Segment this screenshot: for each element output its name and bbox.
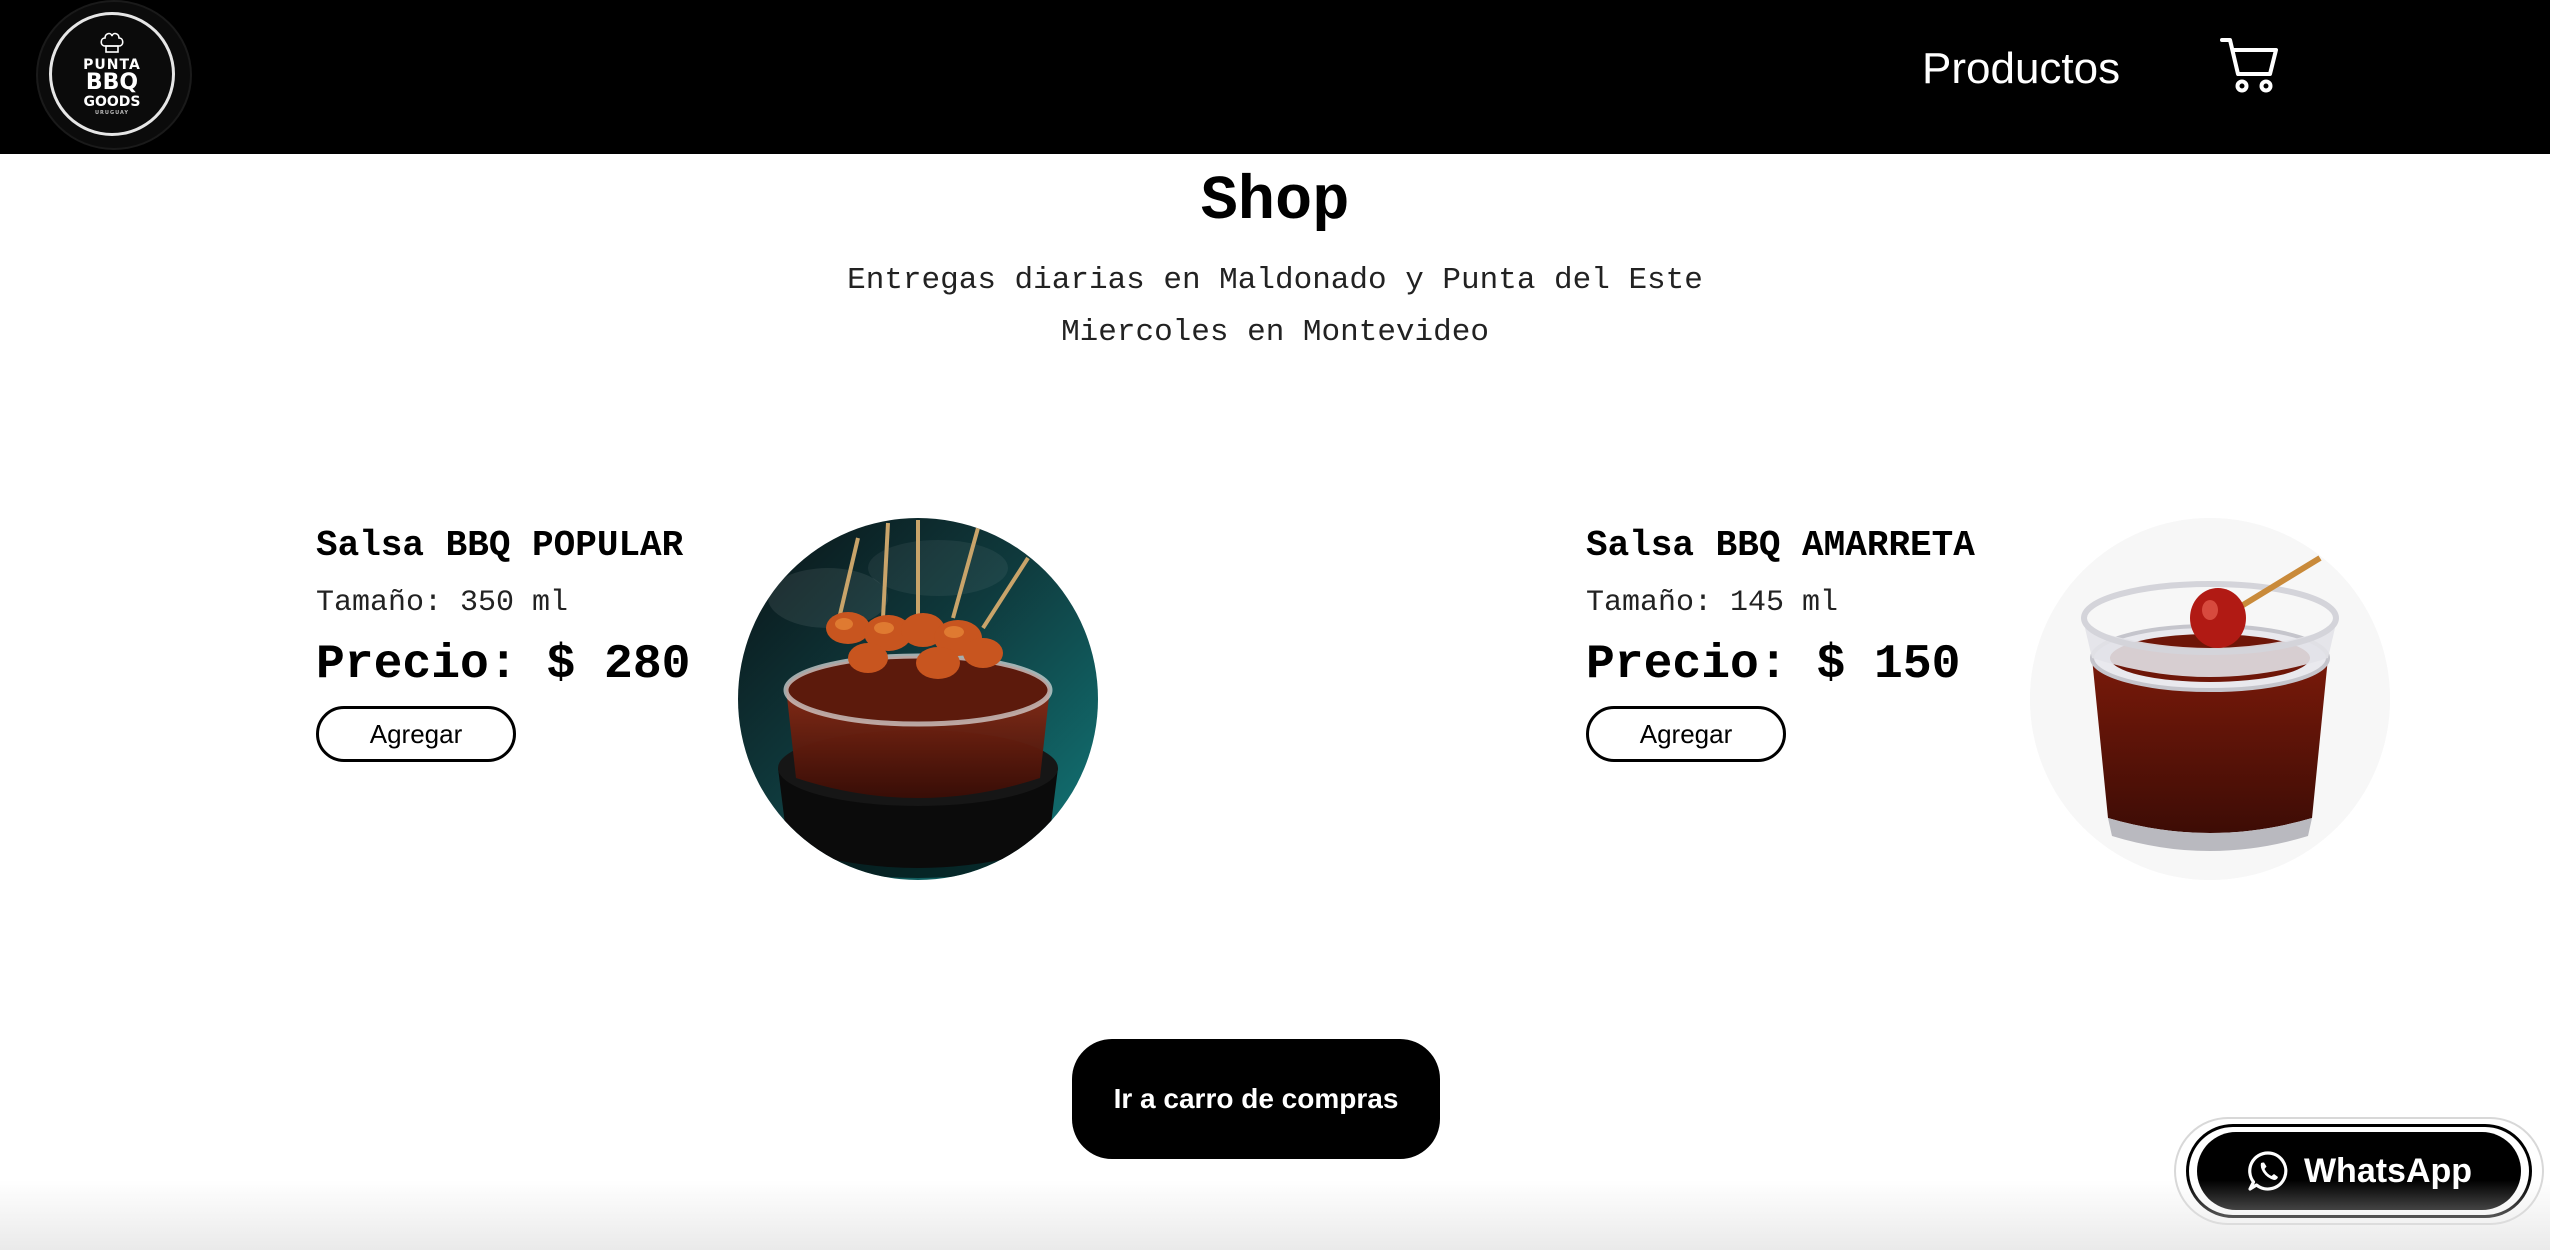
- delivery-info-line: Entregas diarias en Maldonado y Punta de…: [847, 263, 1703, 298]
- whatsapp-label: WhatsApp: [2303, 1151, 2473, 1190]
- add-to-cart-button[interactable]: Agregar: [1586, 706, 1786, 762]
- brand-logo[interactable]: PUNTA BBQ GOODS URUGUAY: [38, 2, 190, 148]
- product-card: Salsa BBQ AMARRETA Tamaño: 145 ml Precio…: [1586, 525, 1975, 762]
- product-name: Salsa BBQ POPULAR: [316, 525, 684, 566]
- whatsapp-button[interactable]: WhatsApp: [2186, 1124, 2532, 1218]
- logo-ring: PUNTA BBQ GOODS URUGUAY: [49, 12, 175, 136]
- product-price: Precio: $ 150: [1586, 638, 1961, 692]
- go-to-cart-button[interactable]: Ir a carro de compras: [1072, 1039, 1440, 1159]
- logo-text-line: BBQ: [85, 70, 139, 96]
- whatsapp-icon: [2248, 1151, 2288, 1191]
- bottom-shadow: [0, 1180, 2550, 1250]
- delivery-info-line: Miercoles en Montevideo: [1061, 315, 1489, 350]
- product-card: Salsa BBQ POPULAR Tamaño: 350 ml Precio:…: [316, 525, 690, 762]
- add-to-cart-button[interactable]: Agregar: [316, 706, 516, 762]
- product-size: Tamaño: 350 ml: [316, 586, 569, 620]
- product-image: [2030, 518, 2390, 880]
- sauce-skewers-image: [738, 518, 1098, 880]
- product-image: [738, 518, 1098, 880]
- page-title: Shop: [1200, 166, 1350, 237]
- page: PUNTA BBQ GOODS URUGUAY Productos Shop E…: [0, 0, 2550, 1250]
- product-name: Salsa BBQ AMARRETA: [1586, 525, 1975, 566]
- nav-link-productos[interactable]: Productos: [1922, 44, 2120, 94]
- logo-text-line: GOODS: [83, 93, 141, 110]
- shopping-cart-icon[interactable]: [2218, 32, 2282, 96]
- logo-text-line: URUGUAY: [95, 109, 129, 116]
- chef-hat-icon: [100, 32, 124, 53]
- product-price: Precio: $ 280: [316, 638, 691, 692]
- whatsapp-button-inner: WhatsApp: [2197, 1132, 2521, 1210]
- top-navbar: PUNTA BBQ GOODS URUGUAY Productos: [0, 0, 2550, 154]
- product-size: Tamaño: 145 ml: [1586, 586, 1839, 620]
- sauce-cup-image: [2030, 518, 2390, 880]
